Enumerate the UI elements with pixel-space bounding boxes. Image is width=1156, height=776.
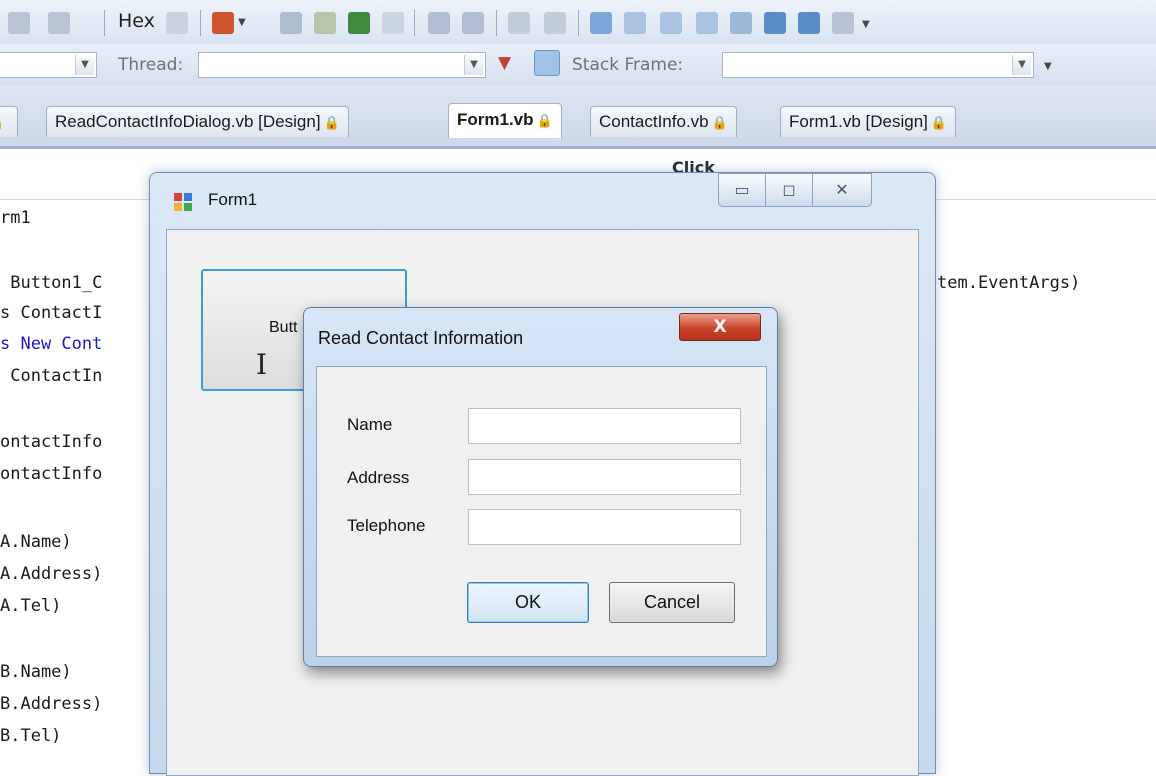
telephone-label: Telephone xyxy=(347,516,426,535)
bookmark-icon[interactable] xyxy=(348,12,370,34)
maximize-button[interactable]: ◻ xyxy=(765,173,813,207)
code-line: s New Cont xyxy=(0,334,103,354)
filter-icon[interactable]: ▼ xyxy=(498,52,520,74)
hex-toggle[interactable]: Hex xyxy=(118,10,155,32)
uncomment-icon[interactable] xyxy=(544,12,566,34)
comment-icon[interactable] xyxy=(508,12,530,34)
dropdown-icon[interactable]: ▼ xyxy=(238,12,250,34)
tab-contactinfo-vb[interactable]: ContactInfo.vb 🔒 xyxy=(590,106,737,137)
stack-frame-combo[interactable]: ▼ xyxy=(722,52,1034,78)
cancel-button[interactable]: Cancel xyxy=(609,582,735,623)
code-line: ontactInfo xyxy=(0,464,103,484)
outdent-icon[interactable] xyxy=(8,12,30,34)
toolbar-overflow-icon[interactable]: ▼ xyxy=(862,12,874,34)
code-line: A.Address) xyxy=(0,564,103,584)
button1-label: Butt xyxy=(269,319,298,336)
chevron-down-icon[interactable]: ▼ xyxy=(75,55,94,75)
tab-partial[interactable]: 🔒 xyxy=(0,106,18,137)
code-line: ontactInfo xyxy=(0,432,103,452)
read-contact-dialog[interactable]: Read Contact Information X Name Address … xyxy=(303,307,778,667)
text-cursor-icon: I xyxy=(256,348,268,381)
tab-label: ReadContactInfoDialog.vb [Design] xyxy=(55,112,321,131)
step-into-icon[interactable] xyxy=(798,12,820,34)
code-line: tem.EventArgs) xyxy=(937,273,1091,293)
thread-label: Thread: xyxy=(118,55,184,75)
caption-buttons: ▭ ◻ ✕ xyxy=(718,173,872,209)
code-line: B.Address) xyxy=(0,694,103,714)
stack-frame-label: Stack Frame: xyxy=(572,55,684,75)
name-field[interactable] xyxy=(468,408,741,444)
minimize-button[interactable]: ▭ xyxy=(718,173,766,207)
form1-title: Form1 xyxy=(208,190,258,209)
increase-indent-icon[interactable] xyxy=(462,12,484,34)
dialog-close-button[interactable]: X xyxy=(679,313,761,341)
document-tabstrip: 🔒 ReadContactInfoDialog.vb [Design]🔒 For… xyxy=(0,86,1156,149)
process-combo[interactable]: ▼ xyxy=(0,52,97,78)
dialog-client-area: Name Address Telephone OK Cancel xyxy=(316,366,767,657)
chevron-down-icon[interactable]: ▼ xyxy=(1012,55,1031,75)
find-icon[interactable] xyxy=(280,12,302,34)
thread-combo[interactable]: ▼ xyxy=(198,52,486,78)
code-line: B.Tel) xyxy=(0,726,62,746)
find-replace-icon[interactable] xyxy=(314,12,336,34)
tab-form1-design[interactable]: Form1.vb [Design] 🔒 xyxy=(780,106,957,137)
prev-bookmark-icon[interactable] xyxy=(696,12,718,34)
code-line: Button1_C xyxy=(0,273,103,293)
address-label: Address xyxy=(347,468,410,487)
clear-bookmarks-icon[interactable] xyxy=(730,12,752,34)
code-line: A.Tel) xyxy=(0,596,62,616)
step-out-icon[interactable] xyxy=(832,12,854,34)
form-app-icon xyxy=(174,193,192,211)
code-line: rm1 xyxy=(0,208,31,228)
toolbar-separator xyxy=(496,10,497,36)
tab-label: Form1.vb [Design] xyxy=(789,112,928,131)
lock-icon: 🔒 xyxy=(711,115,728,130)
lock-icon: 🔒 xyxy=(323,115,340,130)
close-icon: X xyxy=(713,317,727,337)
comment-balloon-icon[interactable] xyxy=(624,12,646,34)
tab-readcontactinfodialog-design[interactable]: ReadContactInfoDialog.vb [Design] 🔒 xyxy=(46,106,349,137)
code-line: A.Name) xyxy=(0,532,72,552)
lock-icon: 🔒 xyxy=(536,113,553,128)
toolbar-separator xyxy=(200,10,201,36)
toolbar-separator xyxy=(414,10,415,36)
name-label: Name xyxy=(347,415,393,434)
indent-icon[interactable] xyxy=(48,12,70,34)
flag-threads-icon[interactable] xyxy=(534,50,560,76)
code-line: s ContactI xyxy=(0,303,103,323)
decrease-indent-icon[interactable] xyxy=(428,12,450,34)
lock-icon: 🔒 xyxy=(930,115,948,130)
hex-settings-icon[interactable] xyxy=(166,12,188,34)
code-line: B.Name) xyxy=(0,662,72,682)
code-line: ContactIn xyxy=(0,366,103,386)
tab-label: ContactInfo.vb xyxy=(599,112,709,131)
tab-form1-vb[interactable]: Form1.vb 🔒 xyxy=(448,103,562,138)
chevron-down-icon[interactable]: ▼ xyxy=(464,55,483,75)
font-size-icon[interactable] xyxy=(382,12,404,34)
dialog-title: Read Contact Information xyxy=(318,328,524,348)
debug-location-toolbar: ▼ Thread: ▼ ▼ Stack Frame: ▼ ▼ xyxy=(0,44,1156,87)
toolbar-separator xyxy=(578,10,579,36)
next-bookmark-icon[interactable] xyxy=(660,12,682,34)
breakpoint-icon[interactable] xyxy=(212,12,234,34)
lock-icon: 🔒 xyxy=(0,115,4,130)
attach-process-icon[interactable] xyxy=(764,12,786,34)
telephone-field[interactable] xyxy=(468,509,741,545)
toolbar-overflow-icon[interactable]: ▼ xyxy=(1044,56,1056,78)
standard-toolbar: Hex ▼ ▼ xyxy=(0,0,1156,45)
window-icon[interactable] xyxy=(590,12,612,34)
tab-label: Form1.vb xyxy=(457,110,534,129)
close-button[interactable]: ✕ xyxy=(812,173,872,207)
ok-button[interactable]: OK xyxy=(467,582,589,623)
address-field[interactable] xyxy=(468,459,741,495)
toolbar-separator xyxy=(104,10,105,36)
